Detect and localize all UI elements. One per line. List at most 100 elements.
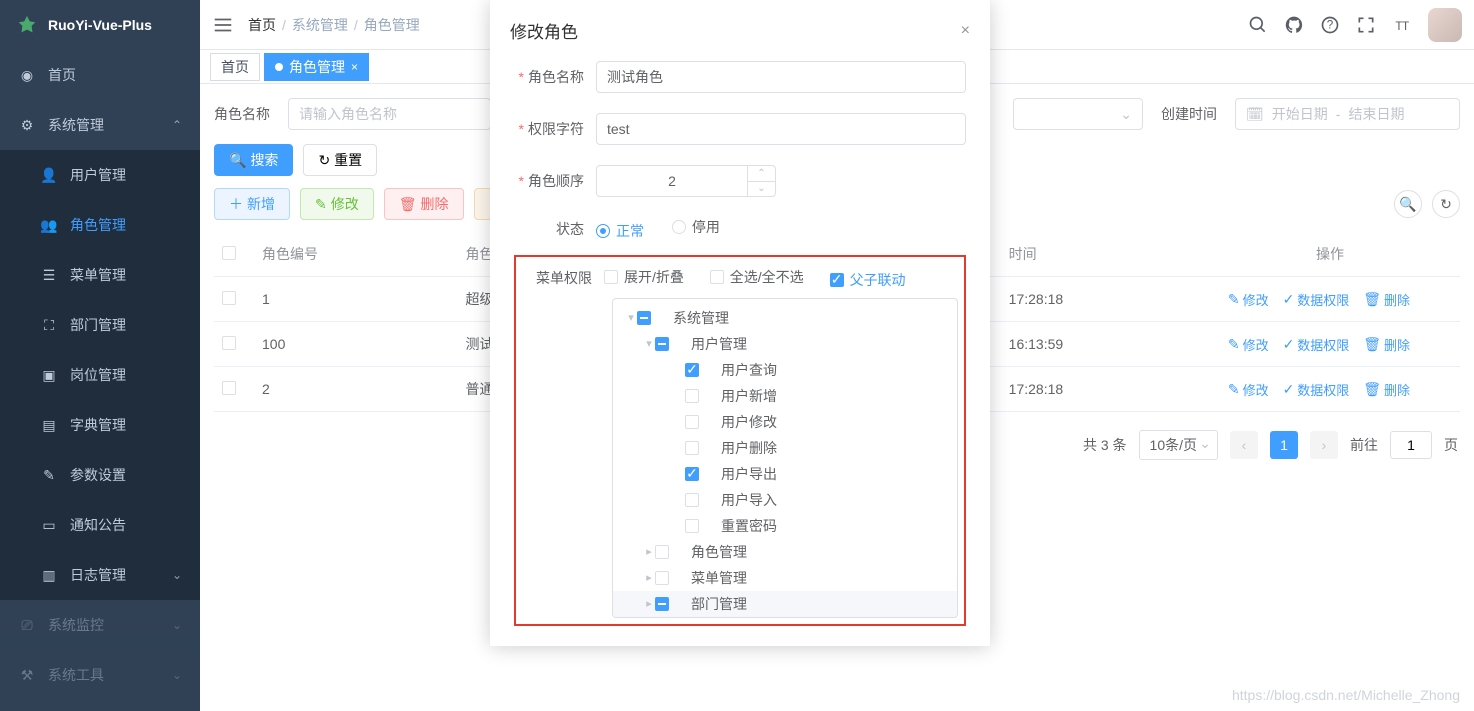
node-menumgmt[interactable]: ▸菜单管理: [613, 565, 957, 591]
row-delete[interactable]: 🗑删除: [1363, 290, 1410, 309]
sidebar-item-param[interactable]: ✎参数设置: [0, 450, 200, 500]
chevron-down-icon: ⌄: [172, 568, 182, 582]
spin-up-icon[interactable]: ⌃: [748, 166, 775, 182]
sidebar-item-monitor[interactable]: ⎚系统监控⌄: [0, 600, 200, 650]
close-icon[interactable]: ×: [351, 60, 358, 74]
trash-icon: 🗑: [1363, 336, 1381, 353]
radio-normal[interactable]: 正常: [596, 221, 644, 241]
node-useredit[interactable]: 用户修改: [613, 409, 957, 435]
sidebar-item-role[interactable]: 👥角色管理: [0, 200, 200, 250]
github-icon[interactable]: [1284, 15, 1304, 35]
sidebar-item-home[interactable]: ◉ 首页: [0, 50, 200, 100]
node-postmgmt[interactable]: ▸岗位管理: [613, 617, 957, 618]
node-rolemgmt[interactable]: ▸角色管理: [613, 539, 957, 565]
sidebar-item-tools[interactable]: ⚒系统工具⌄: [0, 650, 200, 700]
node-userdel[interactable]: 用户删除: [613, 435, 957, 461]
chevron-down-icon: ⌄: [1199, 435, 1211, 452]
sidebar-item-dict[interactable]: ▤字典管理: [0, 400, 200, 450]
row-dataperm[interactable]: ✓数据权限: [1283, 290, 1350, 309]
dashboard-icon: ◉: [18, 67, 36, 84]
fld-permkey-input[interactable]: [596, 113, 966, 145]
edit-button[interactable]: ✎修改: [300, 188, 374, 220]
rolename-input[interactable]: [288, 98, 491, 130]
edit-icon: ✎: [315, 196, 327, 213]
add-button[interactable]: ＋新增: [214, 188, 290, 220]
sidebar-item-post[interactable]: ▣岗位管理: [0, 350, 200, 400]
goto-label: 前往: [1350, 435, 1378, 455]
tab-home[interactable]: 首页: [210, 53, 260, 81]
row-checkbox[interactable]: [222, 381, 236, 395]
chevron-down-icon: ⌄: [172, 668, 182, 682]
breadcrumb-home[interactable]: 首页: [248, 17, 276, 33]
reset-button[interactable]: ↻重置: [303, 144, 377, 176]
cb-linkage[interactable]: ✓父子联动: [830, 270, 906, 290]
row-delete[interactable]: 🗑删除: [1363, 335, 1410, 354]
sidebar-item-sysmgmt[interactable]: ⚙ 系统管理 ⌃: [0, 100, 200, 150]
node-useradd[interactable]: 用户新增: [613, 383, 957, 409]
fullscreen-icon[interactable]: [1356, 15, 1376, 35]
page-1[interactable]: 1: [1270, 431, 1298, 459]
cell-id: 100: [254, 322, 458, 367]
cb-expand[interactable]: 展开/折叠: [604, 267, 684, 287]
node-userimport[interactable]: 用户导入: [613, 487, 957, 513]
trash-icon: 🗑: [1363, 291, 1381, 308]
sidebar-item-dept[interactable]: ⛶部门管理: [0, 300, 200, 350]
col-ops: 操作: [1200, 232, 1460, 277]
row-edit[interactable]: ✎修改: [1228, 290, 1269, 309]
breadcrumb-sys[interactable]: 系统管理: [292, 17, 348, 33]
fontsize-icon[interactable]: TT: [1392, 15, 1412, 35]
sidebar-item-menu[interactable]: ☰菜单管理: [0, 250, 200, 300]
user-icon: 👤: [40, 167, 58, 184]
row-checkbox[interactable]: [222, 291, 236, 305]
radio-disabled[interactable]: 停用: [672, 217, 720, 237]
calendar-icon: 🗓: [1246, 106, 1264, 123]
goto-input[interactable]: [1390, 431, 1432, 459]
row-delete[interactable]: 🗑删除: [1363, 380, 1410, 399]
page-size-select[interactable]: 10条/页⌄: [1139, 430, 1218, 460]
search-icon[interactable]: [1248, 15, 1268, 35]
status-select[interactable]: ⌄: [1013, 98, 1143, 130]
svg-text:T: T: [1402, 20, 1409, 33]
pager-total: 共 3 条: [1083, 435, 1127, 455]
close-icon[interactable]: ×: [961, 22, 970, 40]
select-all-checkbox[interactable]: [222, 246, 236, 260]
node-sysmgmt[interactable]: ▾系统管理: [613, 305, 957, 331]
search-button[interactable]: 🔍搜索: [214, 144, 293, 176]
row-dataperm[interactable]: ✓数据权限: [1283, 335, 1350, 354]
tab-role[interactable]: 角色管理×: [264, 53, 369, 81]
node-deptmgmt[interactable]: ▸部门管理: [613, 591, 957, 617]
hide-search-button[interactable]: 🔍: [1394, 190, 1422, 218]
chevron-up-icon: ⌃: [172, 118, 182, 132]
fld-rolename-input[interactable]: [596, 61, 966, 93]
node-resetpwd[interactable]: 重置密码: [613, 513, 957, 539]
fld-order-input[interactable]: 2 ⌃⌄: [596, 165, 776, 197]
row-edit[interactable]: ✎修改: [1228, 335, 1269, 354]
fld-permkey-label: 权限字符: [528, 121, 584, 137]
hamburger-icon[interactable]: [212, 14, 234, 36]
node-userexport[interactable]: ✓用户导出: [613, 461, 957, 487]
cell-id: 2: [254, 367, 458, 412]
row-checkbox[interactable]: [222, 336, 236, 350]
refresh-button[interactable]: ↻: [1432, 190, 1460, 218]
node-userquery[interactable]: ✓用户查询: [613, 357, 957, 383]
avatar[interactable]: [1428, 8, 1462, 42]
export-button[interactable]: [474, 188, 492, 220]
cb-selectall[interactable]: 全选/全不选: [710, 267, 804, 287]
delete-button[interactable]: 🗑删除: [384, 188, 464, 220]
next-page[interactable]: ›: [1310, 431, 1338, 459]
sidebar-item-log[interactable]: ▥日志管理⌄: [0, 550, 200, 600]
row-edit[interactable]: ✎修改: [1228, 380, 1269, 399]
cell-time: 17:28:18: [1001, 367, 1200, 412]
date-range-picker[interactable]: 🗓 开始日期-结束日期: [1235, 98, 1460, 130]
fld-order-label: 角色顺序: [528, 173, 584, 189]
prev-page[interactable]: ‹: [1230, 431, 1258, 459]
help-icon[interactable]: ?: [1320, 15, 1340, 35]
sidebar-nav: RuoYi-Vue-Plus ◉ 首页 ⚙ 系统管理 ⌃ 👤用户管理 👥角色管理…: [0, 0, 200, 711]
spin-down-icon[interactable]: ⌄: [748, 182, 775, 197]
edit-icon: ✎: [1228, 336, 1240, 353]
node-usermgmt[interactable]: ▾用户管理: [613, 331, 957, 357]
plus-icon: ＋: [229, 194, 243, 214]
sidebar-item-notice[interactable]: ▭通知公告: [0, 500, 200, 550]
sidebar-item-user[interactable]: 👤用户管理: [0, 150, 200, 200]
row-dataperm[interactable]: ✓数据权限: [1283, 380, 1350, 399]
